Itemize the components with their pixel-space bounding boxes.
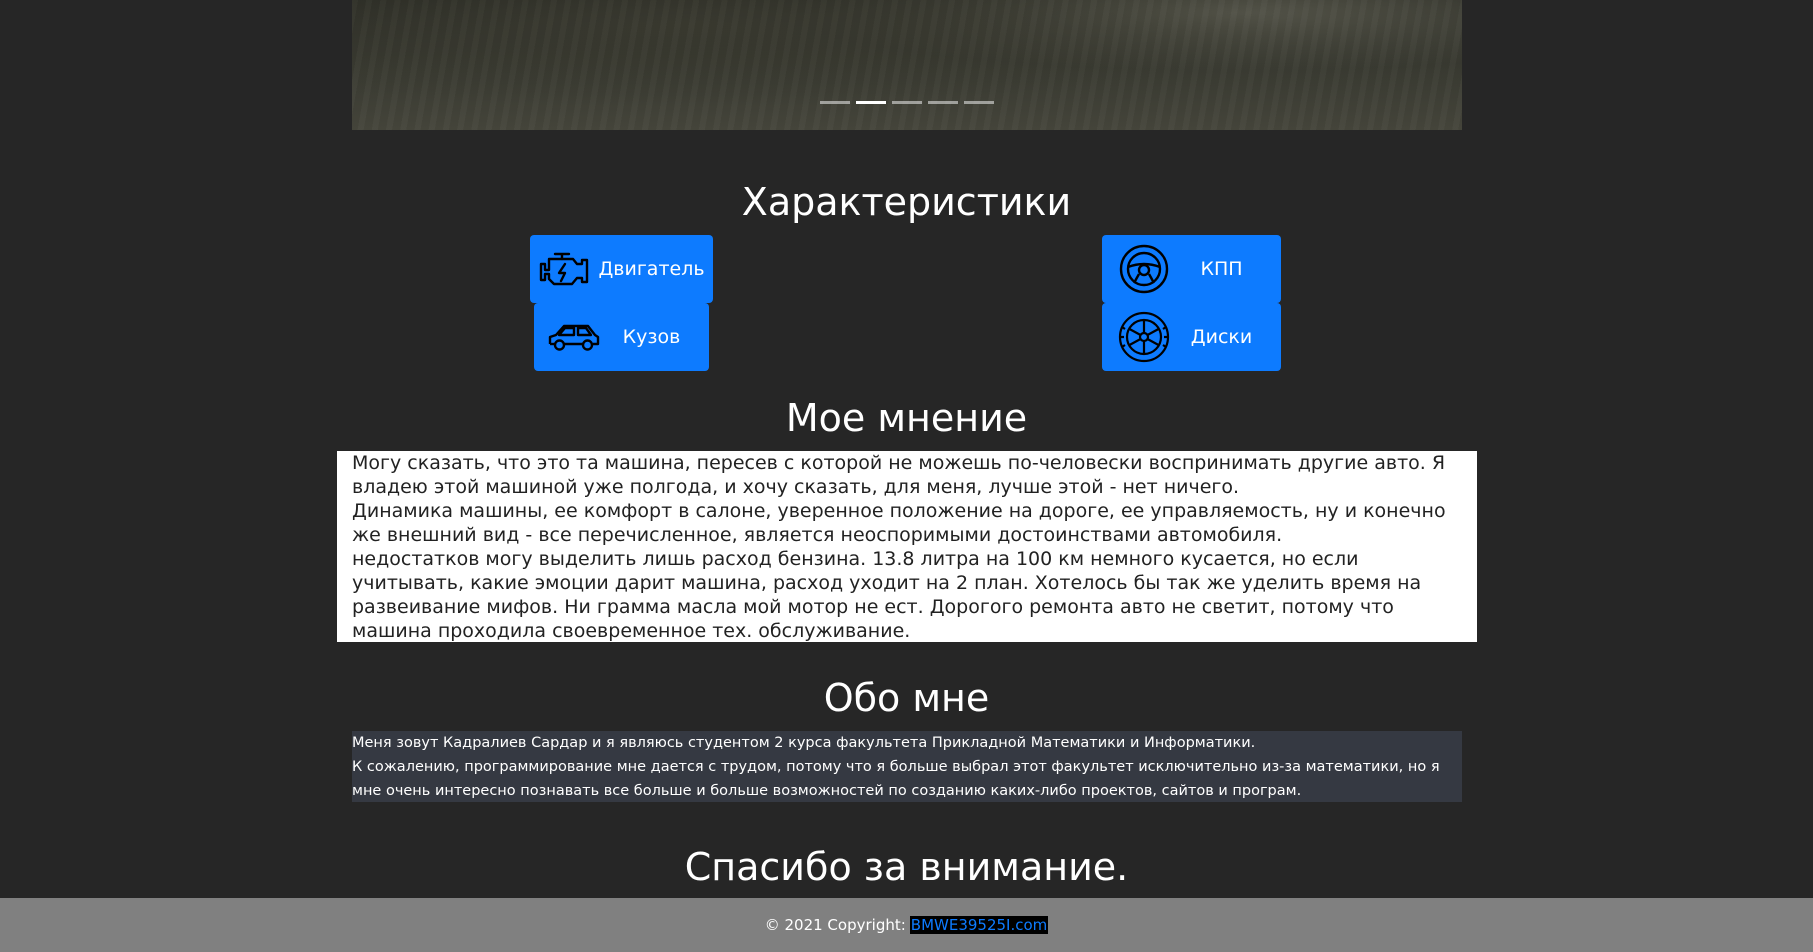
opinion-text-block: Могу сказать, что это та машина, пересев…: [337, 451, 1477, 642]
opinion-paragraph: недостатков могу выделить лишь расход бе…: [352, 548, 1422, 642]
disks-button[interactable]: Диски: [1102, 303, 1281, 371]
wheel-icon: [1117, 310, 1171, 364]
about-text-block: Меня зовут Кадралиев Сардар и я являюсь …: [352, 731, 1462, 802]
car-icon: [547, 310, 601, 364]
kpp-label: КПП: [1200, 258, 1243, 280]
opinion-paragraph: Могу сказать, что это та машина, пересев…: [352, 452, 1446, 498]
thanks-heading: Спасибо за внимание.: [684, 845, 1129, 889]
carousel-indicator-4[interactable]: [928, 101, 958, 104]
carousel-indicator-1[interactable]: [820, 101, 850, 104]
footer-site-link[interactable]: BMWE39525I.com: [909, 916, 1049, 934]
kpp-button[interactable]: КПП: [1102, 235, 1281, 303]
copyright-text: © 2021 Copyright:: [764, 916, 906, 934]
body-button[interactable]: Кузов: [534, 303, 709, 371]
disks-label: Диски: [1190, 326, 1253, 348]
carousel-indicators: [820, 101, 994, 104]
steering-wheel-icon: [1117, 242, 1171, 296]
carousel-indicator-3[interactable]: [892, 101, 922, 104]
about-paragraph: К сожалению, программирование мне дается…: [352, 759, 1440, 799]
body-label: Кузов: [622, 326, 681, 348]
engine-label: Двигатель: [598, 258, 705, 280]
carousel-indicator-5[interactable]: [964, 101, 994, 104]
about-paragraph: Меня зовут Кадралиев Сардар и я являюсь …: [352, 735, 1256, 751]
opinion-paragraph: Динамика машины, ее комфорт в салоне, ув…: [352, 500, 1446, 546]
engine-icon: [538, 242, 592, 296]
specs-heading: Характеристики: [741, 180, 1072, 224]
footer: © 2021 Copyright: BMWE39525I.com: [0, 898, 1813, 952]
opinion-heading: Мое мнение: [785, 396, 1028, 440]
about-heading: Обо мне: [823, 676, 990, 720]
carousel-indicator-2[interactable]: [856, 101, 886, 104]
image-carousel[interactable]: [352, 0, 1462, 130]
engine-button[interactable]: Двигатель: [530, 235, 713, 303]
